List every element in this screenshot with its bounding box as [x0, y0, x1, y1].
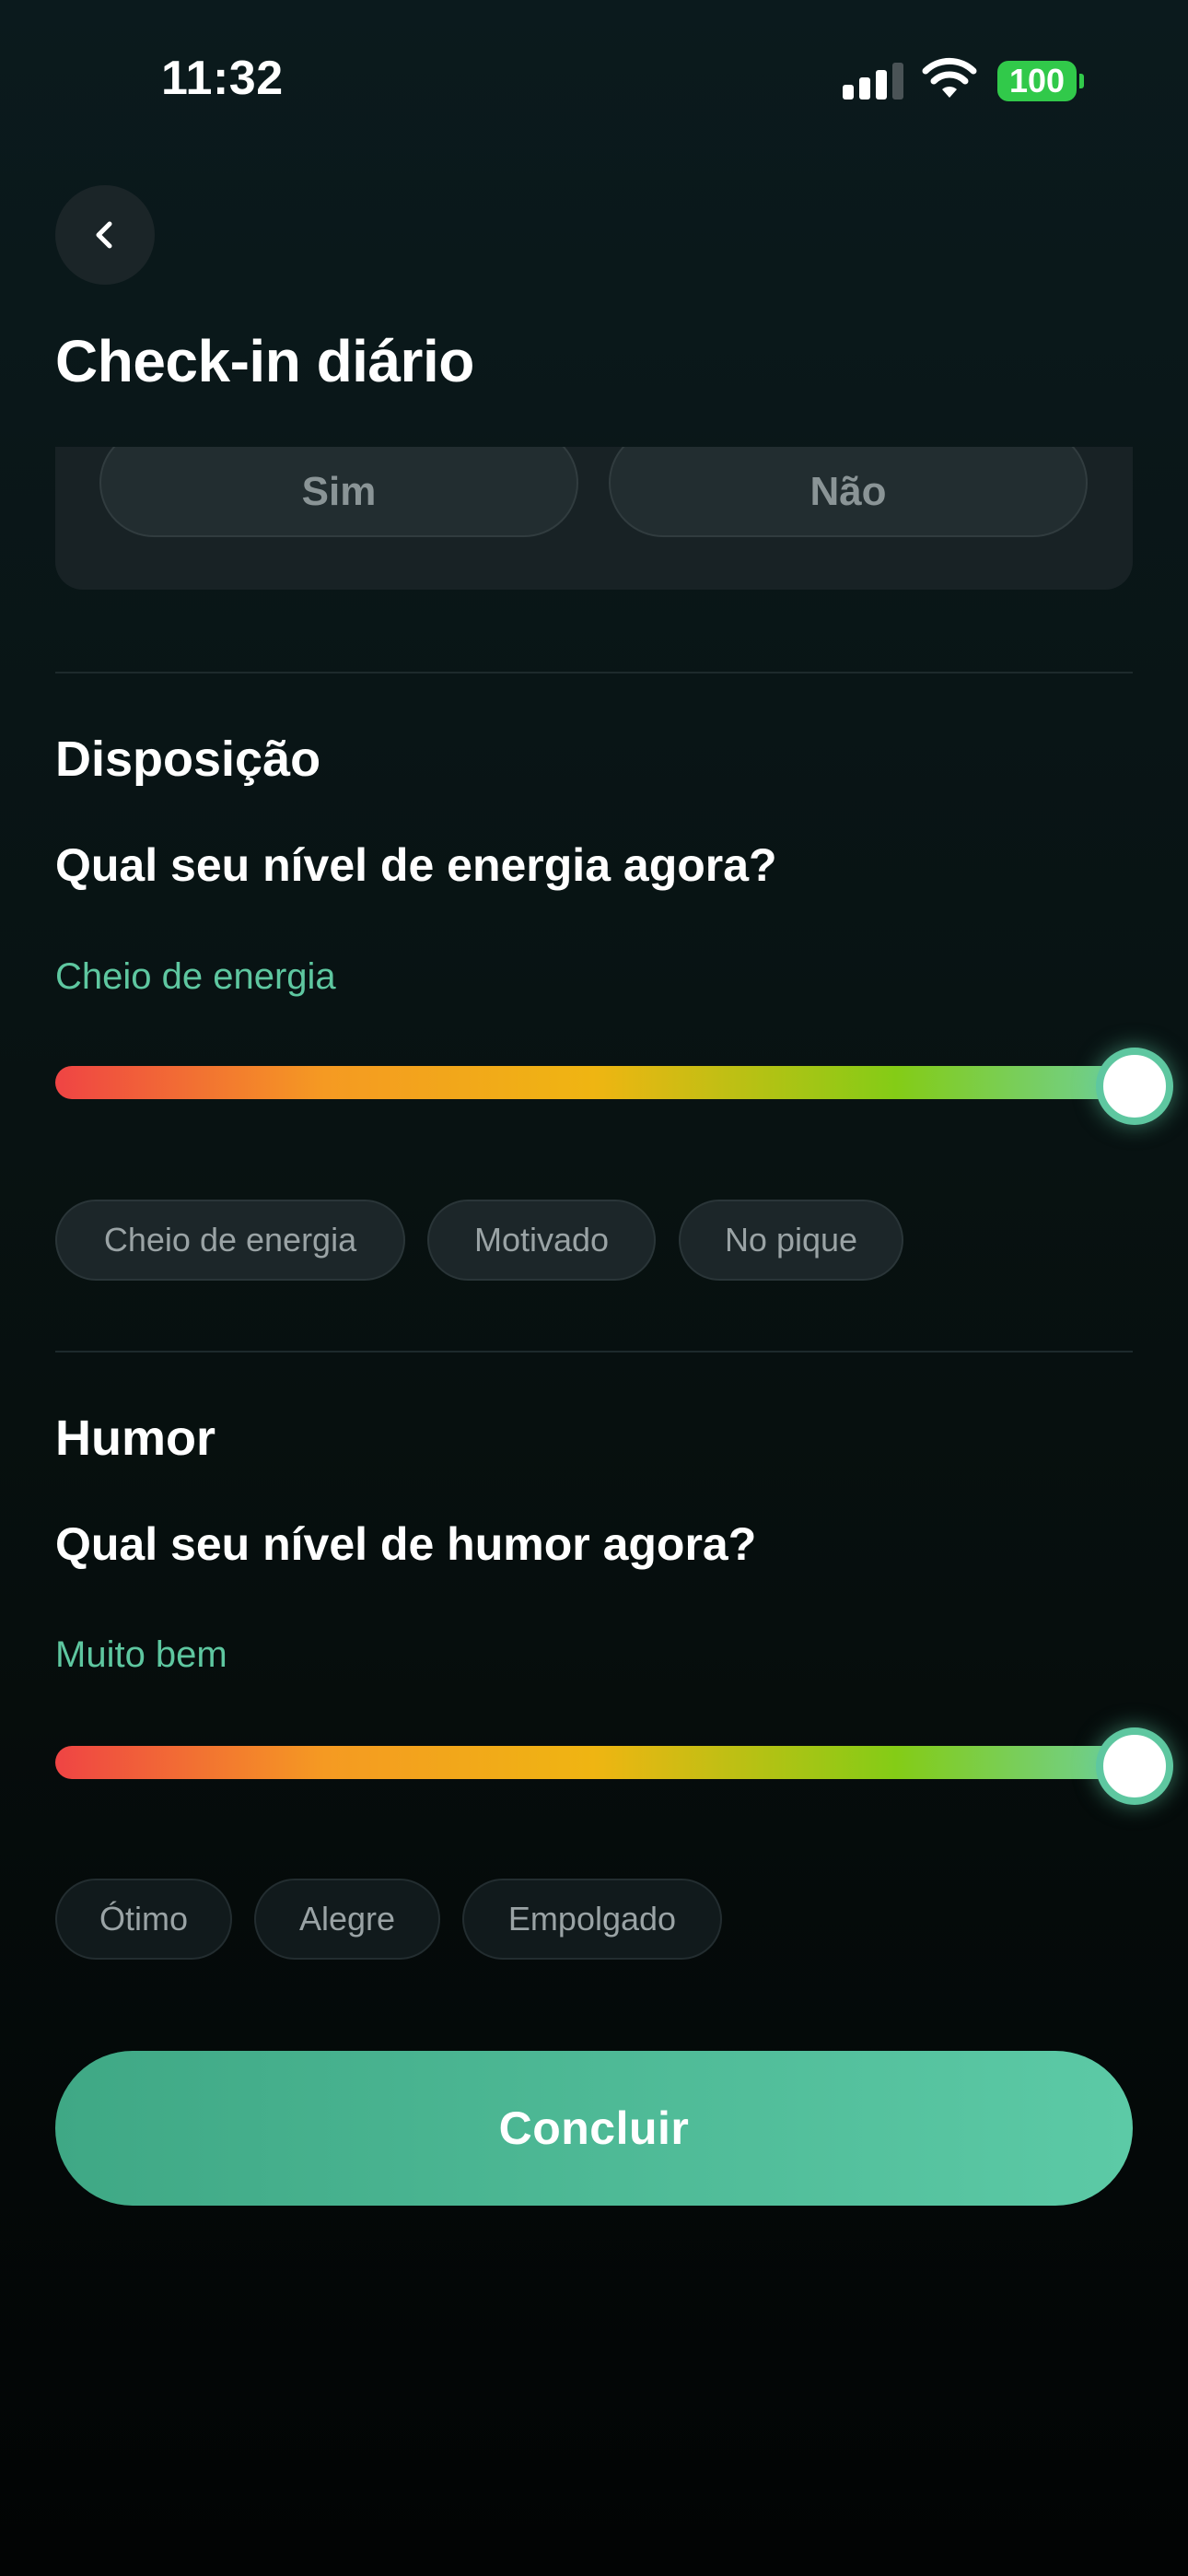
- mood-question: Qual seu nível de humor agora?: [55, 1518, 757, 1570]
- battery-tip: [1079, 74, 1084, 88]
- tag-chip[interactable]: Alegre: [254, 1879, 440, 1960]
- mood-level-label: Muito bem: [55, 1634, 227, 1675]
- mood-slider-track[interactable]: [55, 1746, 1133, 1779]
- energy-slider-thumb[interactable]: [1096, 1048, 1173, 1125]
- wifi-icon: [922, 57, 977, 98]
- back-button[interactable]: [55, 185, 155, 285]
- battery-level: 100: [1008, 62, 1066, 100]
- energy-question: Qual seu nível de energia agora?: [55, 839, 777, 891]
- tag-chip[interactable]: Motivado: [427, 1200, 656, 1281]
- energy-slider-track[interactable]: [55, 1066, 1133, 1099]
- section-title-mood: Humor: [55, 1411, 215, 1466]
- divider: [55, 672, 1133, 673]
- no-option-button[interactable]: Não: [609, 447, 1088, 537]
- complete-button[interactable]: Concluir: [55, 2051, 1133, 2206]
- yes-option-button[interactable]: Sim: [99, 447, 578, 537]
- tag-chip[interactable]: No pique: [679, 1200, 903, 1281]
- tag-chip[interactable]: Cheio de energia: [55, 1200, 405, 1281]
- tag-chip[interactable]: Ótimo: [55, 1879, 232, 1960]
- section-title-energy: Disposição: [55, 732, 321, 787]
- tag-chip[interactable]: Empolgado: [462, 1879, 722, 1960]
- divider: [55, 1351, 1133, 1352]
- chevron-left-icon: [96, 221, 112, 249]
- signal-icon: [843, 63, 903, 100]
- energy-level-label: Cheio de energia: [55, 956, 336, 997]
- page-title: Check-in diário: [55, 328, 474, 394]
- battery-icon: 100: [997, 61, 1077, 101]
- checkin-form[interactable]: Sim Não Disposição Qual seu nível de ene…: [0, 447, 1188, 2576]
- mood-slider-thumb[interactable]: [1096, 1727, 1173, 1805]
- status-time: 11:32: [161, 52, 284, 105]
